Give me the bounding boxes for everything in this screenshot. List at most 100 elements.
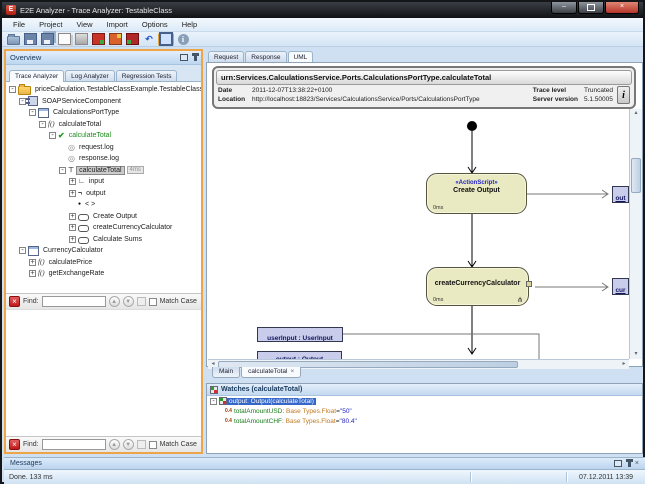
tree-item[interactable]: - priceCalculation.TestableClassExample.T… — [6, 84, 201, 96]
info-icon: i — [178, 34, 189, 45]
vertical-scroll-thumb[interactable] — [631, 158, 641, 193]
tree-item[interactable]: +f()calculatePrice — [6, 257, 201, 269]
tree-item[interactable]: -⊤calculateTotal4ms — [6, 165, 201, 177]
collapse-icon[interactable]: - — [19, 247, 26, 254]
watch-icon — [210, 386, 218, 394]
tree-item[interactable]: +Calculate Sums — [6, 234, 201, 246]
trace-red-button[interactable] — [90, 33, 106, 46]
collapse-icon[interactable]: - — [19, 98, 26, 105]
copy-button[interactable] — [56, 33, 72, 46]
collapse-icon[interactable]: - — [210, 398, 217, 405]
float-panel-icon[interactable] — [180, 54, 188, 61]
tree-item[interactable]: ●< > — [6, 199, 201, 211]
maximize-button[interactable] — [578, 2, 604, 14]
tab-regression-tests[interactable]: Regression Tests — [116, 70, 178, 81]
tree-item[interactable]: +¬output — [6, 188, 201, 200]
collapse-icon[interactable]: - — [9, 86, 16, 93]
find-input[interactable] — [42, 439, 106, 450]
object-out-partial[interactable]: out — [612, 186, 629, 203]
close-button[interactable]: × — [605, 2, 639, 14]
tree-item[interactable]: -CurrencyCalculator — [6, 245, 201, 257]
watch-item[interactable]: 0.4totalAmountUSD: Base Types.Float = "5… — [207, 406, 642, 416]
object-userinput[interactable]: userInput : UserInput — [257, 327, 343, 342]
action-create-currency-calculator[interactable]: createCurrencyCalculator 0ms ⋔ — [426, 267, 529, 306]
expand-icon[interactable]: + — [69, 236, 76, 243]
collapse-icon[interactable]: - — [39, 121, 46, 128]
tab-response[interactable]: Response — [245, 51, 286, 62]
close-panel-icon[interactable]: × — [635, 460, 639, 467]
pin-icon[interactable] — [628, 461, 631, 467]
info-button[interactable]: i — [175, 33, 191, 46]
open-button[interactable] — [5, 33, 21, 46]
find-next-button[interactable]: ▼ — [123, 296, 134, 307]
scroll-down-icon[interactable]: ▾ — [631, 350, 641, 359]
expand-icon[interactable]: + — [29, 259, 36, 266]
watch-item[interactable]: -output: Output(calculateTotal) — [207, 396, 642, 406]
scroll-right-icon[interactable]: ▸ — [619, 360, 629, 369]
minimize-button[interactable]: – — [551, 2, 577, 14]
find-prev-button[interactable]: ▲ — [109, 439, 120, 450]
initial-node[interactable] — [467, 121, 477, 131]
watch-name: totalAmountCHF: — [234, 418, 284, 425]
menu-file[interactable]: File — [6, 19, 32, 30]
object-cur-partial[interactable]: cur — [612, 278, 629, 295]
diagram-canvas[interactable]: «ActionScript» Create Output 0ms createC… — [208, 109, 629, 359]
find-prev-button[interactable]: ▲ — [109, 296, 120, 307]
collapse-icon[interactable]: - — [59, 167, 66, 174]
trace-orange-button[interactable] — [107, 33, 123, 46]
trace-ok-icon: ✔ — [58, 131, 65, 140]
tree-item[interactable]: -f()calculateTotal — [6, 119, 201, 131]
menu-help[interactable]: Help — [175, 19, 204, 30]
highlight-all-toggle[interactable] — [137, 440, 146, 449]
close-find-icon[interactable]: × — [9, 296, 20, 307]
menu-import[interactable]: Import — [100, 19, 135, 30]
screen-button[interactable] — [158, 33, 174, 46]
tool-button[interactable] — [73, 33, 89, 46]
match-case-checkbox[interactable] — [149, 441, 157, 449]
tree-item[interactable]: +createCurrencyCalculator — [6, 222, 201, 234]
tree-item[interactable]: -CalculationsPortType — [6, 107, 201, 119]
find-next-button[interactable]: ▼ — [123, 439, 134, 450]
save-all-button[interactable] — [39, 33, 55, 46]
tab-trace-analyzer[interactable]: Trace Analyzer — [9, 70, 64, 82]
menu-view[interactable]: View — [69, 19, 99, 30]
tab-request[interactable]: Request — [208, 51, 244, 62]
collapse-icon[interactable]: - — [49, 132, 56, 139]
vertical-scrollbar[interactable]: ▴ ▾ — [629, 109, 642, 359]
find-input[interactable] — [42, 296, 106, 307]
trace-red2-button[interactable] — [124, 33, 140, 46]
pin-icon[interactable] — [194, 55, 197, 61]
menu-project[interactable]: Project — [32, 19, 69, 30]
menu-options[interactable]: Options — [135, 19, 175, 30]
diagram-tab-calculatetotal[interactable]: calculateTotal× — [241, 367, 301, 378]
match-case-checkbox[interactable] — [149, 298, 157, 306]
expand-icon[interactable]: + — [29, 270, 36, 277]
save-button[interactable] — [22, 33, 38, 46]
tree-item[interactable]: +f()getExchangeRate — [6, 268, 201, 280]
undo-button[interactable]: ↶ — [141, 33, 157, 46]
close-tab-icon[interactable]: × — [290, 368, 294, 375]
collapse-icon[interactable]: - — [29, 109, 36, 116]
tree-item[interactable]: ◎response.log — [6, 153, 201, 165]
float-panel-icon[interactable] — [614, 460, 622, 467]
tab-log-analyzer[interactable]: Log Analyzer — [65, 70, 115, 81]
object-output[interactable]: output : Output — [257, 351, 342, 359]
expand-icon[interactable]: + — [69, 190, 76, 197]
expand-icon[interactable]: + — [69, 178, 76, 185]
expand-icon[interactable]: + — [69, 213, 76, 220]
close-find-icon[interactable]: × — [9, 439, 20, 450]
action-create-output[interactable]: «ActionScript» Create Output 0ms — [426, 173, 527, 214]
tree-item[interactable]: -✔calculateTotal — [6, 130, 201, 142]
output-pin[interactable] — [526, 281, 532, 287]
scroll-up-icon[interactable]: ▴ — [631, 109, 641, 118]
tree-item[interactable]: +Create Output — [6, 211, 201, 223]
watch-item[interactable]: 0.4totalAmountCHF: Base Types.Float = "8… — [207, 416, 642, 426]
tree-item[interactable]: ◎request.log — [6, 142, 201, 154]
diagram-tab-main[interactable]: Main — [212, 367, 240, 378]
highlight-all-toggle[interactable] — [137, 297, 146, 306]
expand-icon[interactable]: + — [69, 224, 76, 231]
info-button[interactable]: i — [617, 86, 630, 104]
tree-item[interactable]: -SOAPServiceComponent — [6, 96, 201, 108]
tree-item[interactable]: +∟input — [6, 176, 201, 188]
tree-item-label: priceCalculation.TestableClassExample.Te… — [33, 86, 201, 93]
